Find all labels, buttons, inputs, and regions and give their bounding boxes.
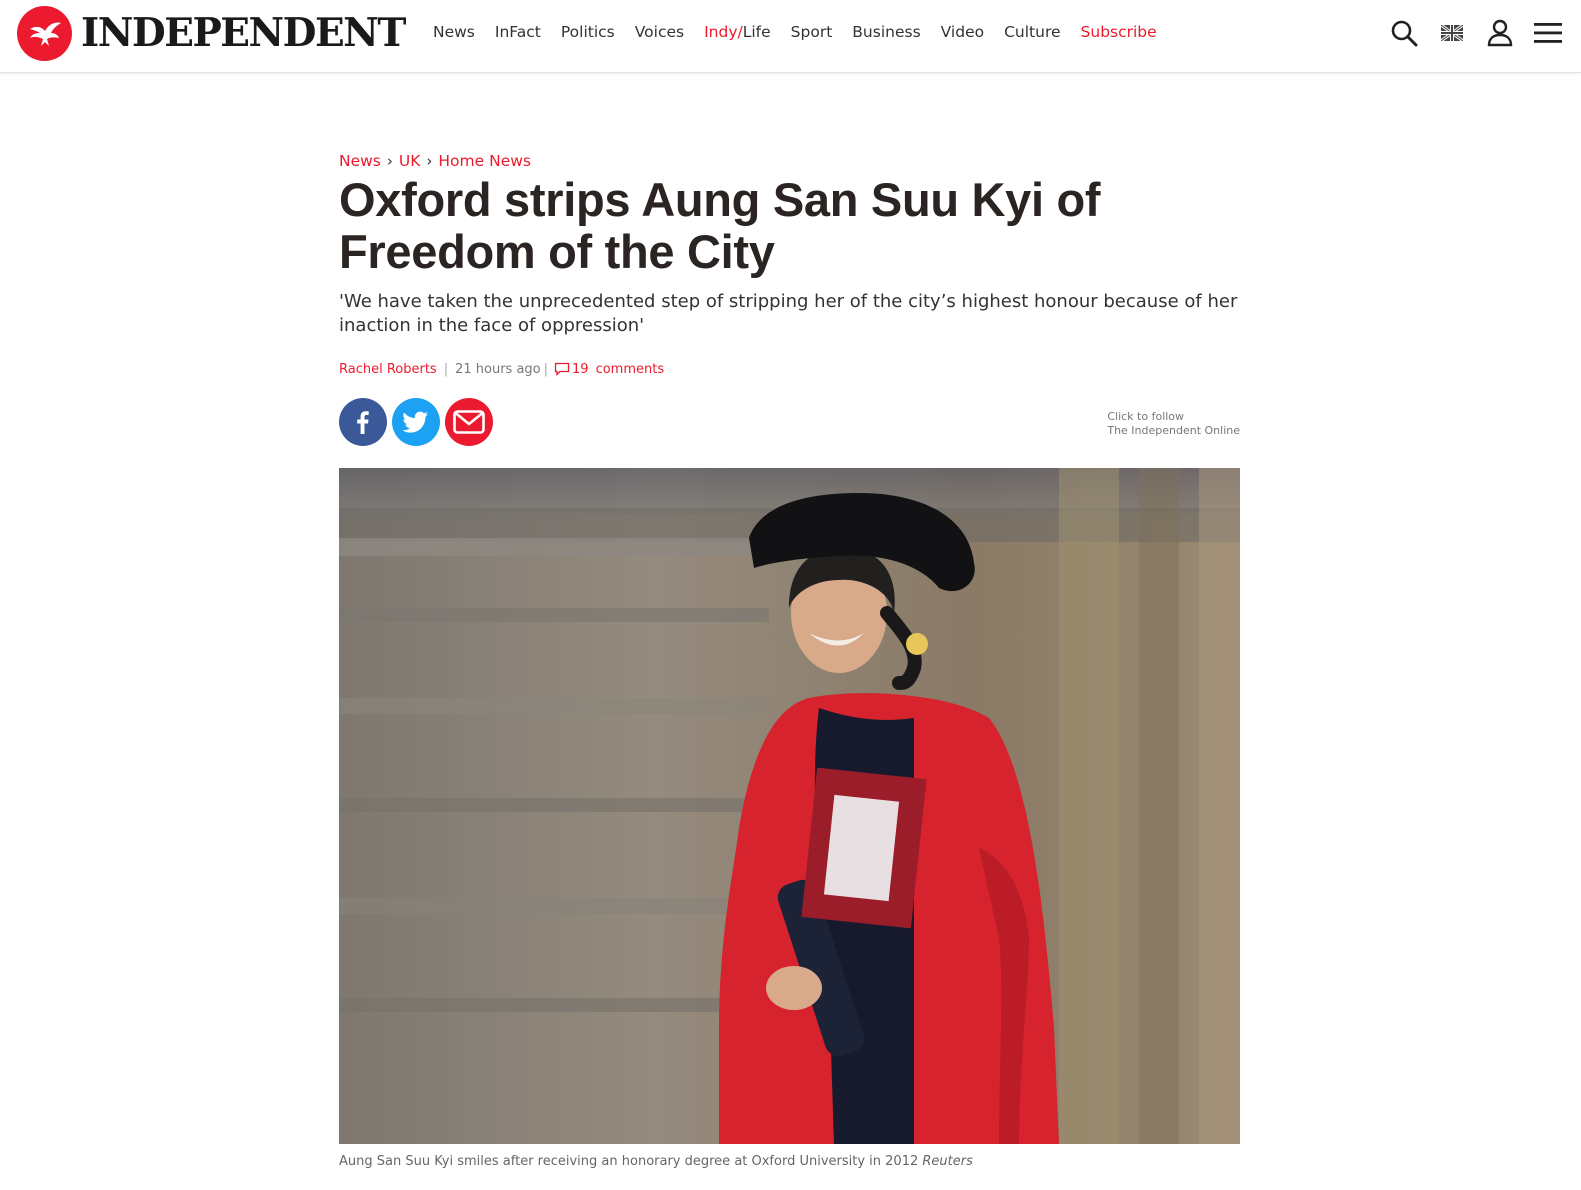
caption-text: Aung San Suu Kyi smiles after receiving … [339, 1154, 919, 1169]
breadcrumb-news[interactable]: News [339, 152, 381, 170]
nav-item-infact[interactable]: InFact [495, 22, 541, 42]
email-share-button[interactable] [445, 398, 493, 446]
publish-time: 21 hours ago [455, 361, 541, 377]
comments-label: comments [595, 361, 665, 377]
nav-indy-prefix: Indy/ [704, 23, 743, 41]
breadcrumb-home-news[interactable]: Home News [438, 152, 531, 170]
nav-item-news[interactable]: News [433, 22, 475, 42]
share-buttons [339, 398, 1240, 446]
comments-count: 19 [572, 361, 589, 377]
nav-item-business[interactable]: Business [852, 22, 920, 42]
follow-line-1: Click to follow [1107, 410, 1185, 423]
logo-wordmark: INDEPENDENT [81, 10, 406, 56]
comment-bubble-icon [554, 362, 570, 376]
facebook-share-button[interactable] [339, 398, 387, 446]
caption-credit: Reuters [922, 1154, 973, 1169]
share-row: Click to follow The Independent Online [339, 398, 1240, 448]
breadcrumb-uk[interactable]: UK [399, 152, 421, 170]
follow-prompt[interactable]: Click to follow The Independent Online [1107, 410, 1240, 438]
breadcrumb: News › UK › Home News [339, 150, 1240, 172]
main-nav: News InFact Politics Voices Indy/Life Sp… [433, 22, 1177, 42]
follow-line-2: The Independent Online [1107, 424, 1240, 437]
article-standfirst: 'We have taken the unprecedented step of… [339, 291, 1238, 336]
article-headline: Oxford strips Aung San Suu Kyi of Freedo… [339, 173, 1101, 278]
nav-item-subscribe[interactable]: Subscribe [1081, 22, 1157, 42]
byline-divider: | [543, 361, 549, 377]
article-main-photo [339, 468, 1240, 1144]
email-icon [453, 410, 485, 434]
byline-divider: | [443, 361, 449, 377]
photo-illustration [339, 468, 1240, 1144]
user-icon[interactable] [1485, 17, 1515, 49]
uk-flag-icon[interactable] [1437, 17, 1467, 49]
menu-icon[interactable] [1533, 17, 1563, 49]
nav-item-politics[interactable]: Politics [561, 22, 615, 42]
comments-link[interactable]: 19 comments [554, 362, 664, 377]
nav-item-culture[interactable]: Culture [1004, 22, 1060, 42]
twitter-share-button[interactable] [392, 398, 440, 446]
author-link[interactable]: Rachel Roberts [339, 362, 437, 377]
breadcrumb-separator: › [426, 152, 433, 170]
nav-indy-suffix: Life [742, 23, 771, 41]
twitter-icon [403, 411, 428, 433]
nav-item-sport[interactable]: Sport [791, 22, 833, 42]
breadcrumb-separator: › [386, 152, 393, 170]
nav-item-indy-life[interactable]: Indy/Life [704, 22, 771, 42]
eagle-logo-icon [17, 6, 72, 61]
byline: Rachel Roberts | 21 hours ago | 19 comme… [339, 358, 1240, 380]
photo-caption: Aung San Suu Kyi smiles after receiving … [339, 1154, 1240, 1169]
article: News › UK › Home News Oxford strips Aung… [339, 150, 1240, 1169]
facebook-icon [357, 411, 369, 434]
nav-item-video[interactable]: Video [941, 22, 984, 42]
site-header: INDEPENDENT News InFact Politics Voices … [0, 0, 1581, 73]
search-icon[interactable] [1389, 17, 1419, 49]
nav-item-voices[interactable]: Voices [635, 22, 684, 42]
header-icons [1389, 17, 1563, 49]
site-logo[interactable]: INDEPENDENT [17, 6, 406, 61]
